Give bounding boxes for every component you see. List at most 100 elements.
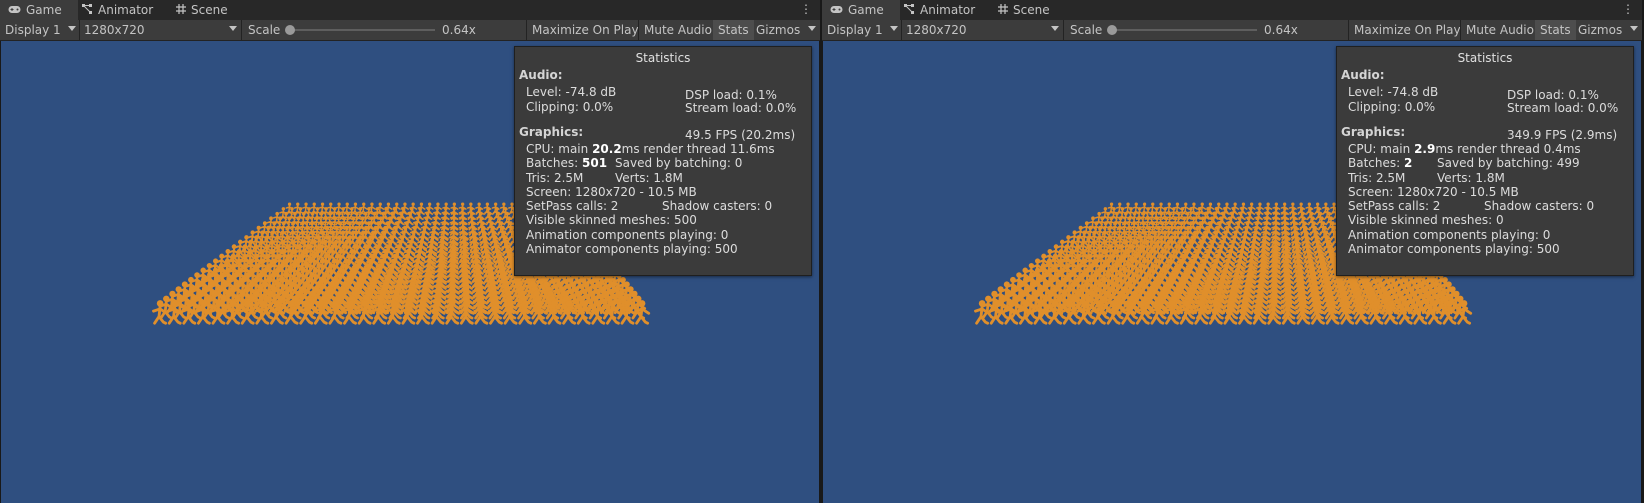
chevron-down-icon: [1051, 26, 1059, 31]
dsp-load: DSP load: 0.1%: [685, 88, 777, 102]
animator-icon: [82, 3, 93, 17]
verts-count: Verts: 1.8M: [1437, 171, 1505, 185]
audio-level: Level: -74.8 dB: [526, 85, 617, 99]
divider: [901, 20, 902, 40]
animator-components: Animator components playing: 500: [526, 242, 738, 256]
stats-button[interactable]: Stats: [713, 20, 754, 40]
audio-level: Level: -74.8 dB: [1348, 85, 1439, 99]
gizmos-button[interactable]: Gizmos: [1578, 20, 1622, 40]
stream-load: Stream load: 0.0%: [685, 101, 797, 115]
tab-bar: Game Animator Scene ⋮: [0, 0, 820, 20]
statistics-overlay: Statistics Audio: Level: -74.8 dB Clippi…: [514, 46, 812, 276]
statistics-title: Statistics: [635, 51, 691, 65]
cpu-prefix: CPU: main: [526, 142, 593, 156]
character-figure: [429, 300, 446, 325]
tris-count: Tris: 2.5M: [1348, 171, 1406, 185]
statistics-title: Statistics: [1457, 51, 1513, 65]
maximize-on-play-button[interactable]: Maximize On Play: [532, 20, 639, 40]
shadow-casters: Shadow casters: 0: [1484, 199, 1595, 213]
scale-slider-track[interactable]: [1109, 29, 1257, 31]
gizmos-button[interactable]: Gizmos: [756, 20, 800, 40]
game-toolbar: Display 1 1280x720 Scale 0.64x Maximize …: [822, 20, 1642, 41]
display-dropdown[interactable]: Display 1: [5, 20, 61, 40]
display-dropdown[interactable]: Display 1: [827, 20, 883, 40]
maximize-on-play-button[interactable]: Maximize On Play: [1354, 20, 1461, 40]
tab-animator[interactable]: Animator: [904, 0, 975, 20]
tab-scene-label: Scene: [1013, 3, 1050, 17]
graphics-header: Graphics:: [519, 125, 584, 139]
more-options-icon[interactable]: ⋮: [800, 2, 812, 16]
game-view-right: Game Animator Scene ⋮ Display 1 1280x720…: [822, 0, 1642, 503]
scale-label: Scale: [1070, 23, 1103, 37]
mute-audio-button[interactable]: Mute Audio: [1466, 20, 1534, 40]
cpu-suffix: ms render thread 11.6ms: [621, 142, 775, 156]
batches-prefix: Batches:: [1348, 156, 1404, 170]
divider: [526, 20, 527, 40]
tab-animator[interactable]: Animator: [82, 0, 153, 20]
tab-animator-label: Animator: [98, 3, 154, 17]
audio-header: Audio:: [519, 68, 563, 82]
tab-scene[interactable]: Scene: [176, 0, 228, 20]
visible-skinned-meshes: Visible skinned meshes: 500: [526, 213, 697, 227]
fps-value: 349.9 FPS (2.9ms): [1507, 128, 1618, 142]
tab-game-label: Game: [26, 3, 62, 17]
fps-value: 49.5 FPS (20.2ms): [685, 128, 796, 142]
graphics-header: Graphics:: [1341, 125, 1406, 139]
display-label: Display 1: [5, 23, 61, 37]
stream-load: Stream load: 0.0%: [1507, 101, 1619, 115]
stats-button[interactable]: Stats: [1535, 20, 1576, 40]
scene-grid-icon: [998, 3, 1008, 17]
resolution-dropdown[interactable]: 1280x720: [84, 20, 145, 40]
game-toolbar: Display 1 1280x720 Scale 0.64x Maximize …: [0, 20, 820, 41]
cpu-suffix: ms render thread 0.4ms: [1435, 142, 1581, 156]
character-figure: [414, 300, 432, 325]
saved-by-batching: Saved by batching: 0: [615, 156, 743, 170]
tab-animator-label: Animator: [920, 3, 976, 17]
resolution-label: 1280x720: [906, 23, 967, 37]
divider: [1063, 20, 1064, 40]
setpass-calls: SetPass calls: 2: [526, 199, 619, 213]
cpu-main-value: 2.9: [1414, 142, 1436, 156]
tab-bar: Game Animator Scene ⋮: [822, 0, 1642, 20]
visible-skinned-meshes: Visible skinned meshes: 0: [1348, 213, 1504, 227]
tab-game[interactable]: Game: [0, 0, 78, 20]
audio-clipping: Clipping: 0.0%: [526, 100, 614, 114]
batches-value: 501: [582, 156, 608, 170]
chevron-down-icon: [890, 26, 898, 31]
scene-grid-icon: [176, 3, 186, 17]
divider: [638, 20, 639, 40]
verts-count: Verts: 1.8M: [615, 171, 683, 185]
scale-label: Scale: [248, 23, 281, 37]
divider: [1348, 20, 1349, 40]
batches-prefix: Batches:: [526, 156, 582, 170]
tab-game[interactable]: Game: [822, 0, 900, 20]
game-view-left: Game Animator Scene ⋮ Display 1 1280x720…: [0, 0, 820, 503]
resolution-label: 1280x720: [84, 23, 145, 37]
batches: Batches: 2: [1348, 156, 1412, 170]
scale-slider-handle[interactable]: [1107, 25, 1117, 35]
display-label: Display 1: [827, 23, 883, 37]
scale-slider-track[interactable]: [287, 29, 435, 31]
chevron-down-icon: [808, 26, 816, 31]
scale-slider-handle[interactable]: [285, 25, 295, 35]
chevron-down-icon: [1630, 26, 1638, 31]
screen-info: Screen: 1280x720 - 10.5 MB: [1348, 185, 1519, 199]
divider: [1460, 20, 1461, 40]
setpass-calls: SetPass calls: 2: [1348, 199, 1441, 213]
character-figure: [1251, 300, 1268, 325]
statistics-overlay: Statistics Audio: Level: -74.8 dB Clippi…: [1336, 46, 1634, 276]
more-options-icon[interactable]: ⋮: [1622, 2, 1634, 16]
animator-components: Animator components playing: 500: [1348, 242, 1560, 256]
shadow-casters: Shadow casters: 0: [662, 199, 773, 213]
resolution-dropdown[interactable]: 1280x720: [906, 20, 967, 40]
mute-audio-button[interactable]: Mute Audio: [644, 20, 712, 40]
batches-value: 2: [1404, 156, 1413, 170]
saved-by-batching: Saved by batching: 499: [1437, 156, 1580, 170]
animator-icon: [904, 3, 915, 17]
scale-value: 0.64x: [442, 23, 476, 37]
tris-count: Tris: 2.5M: [526, 171, 584, 185]
gamepad-icon: [830, 3, 843, 17]
audio-clipping: Clipping: 0.0%: [1348, 100, 1436, 114]
tab-scene[interactable]: Scene: [998, 0, 1050, 20]
cpu-time: CPU: main 2.9ms render thread 0.4ms: [1348, 142, 1581, 156]
